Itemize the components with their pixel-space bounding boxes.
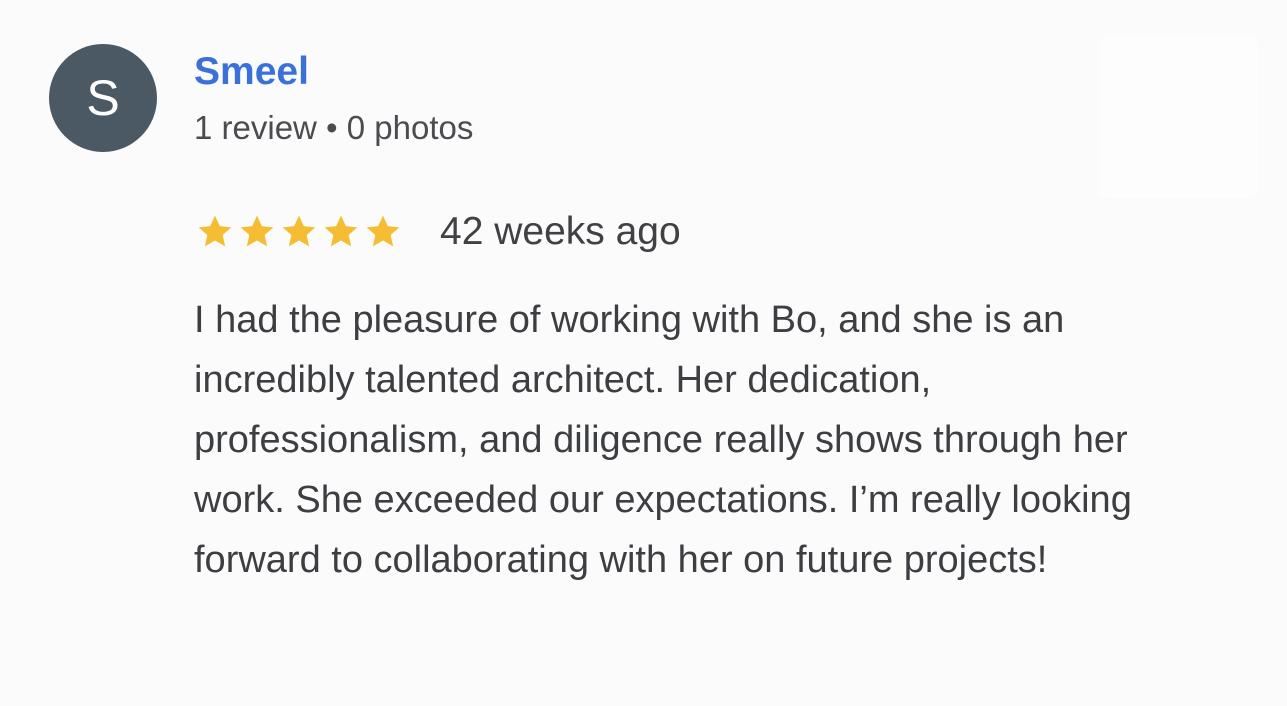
review-text: I had the pleasure of working with Bo, a…: [194, 299, 1132, 581]
star-rating: [194, 212, 404, 252]
review-card: S Smeel 1 review • 0 photos 42 weeks ago…: [0, 0, 1287, 706]
avatar[interactable]: S: [49, 44, 157, 152]
star-icon: [240, 215, 274, 247]
rating-row: 42 weeks ago: [194, 206, 681, 258]
star-icon: [282, 215, 316, 247]
reviewer-stats: 1 review • 0 photos: [194, 109, 474, 146]
star-icon: [324, 215, 358, 247]
more-options-button[interactable]: [1100, 36, 1258, 198]
star-icon: [198, 215, 232, 247]
review-timestamp: 42 weeks ago: [440, 210, 681, 253]
reviewer-name-link[interactable]: Smeel: [194, 50, 309, 94]
star-icon: [366, 215, 400, 247]
avatar-initial: S: [86, 70, 120, 126]
